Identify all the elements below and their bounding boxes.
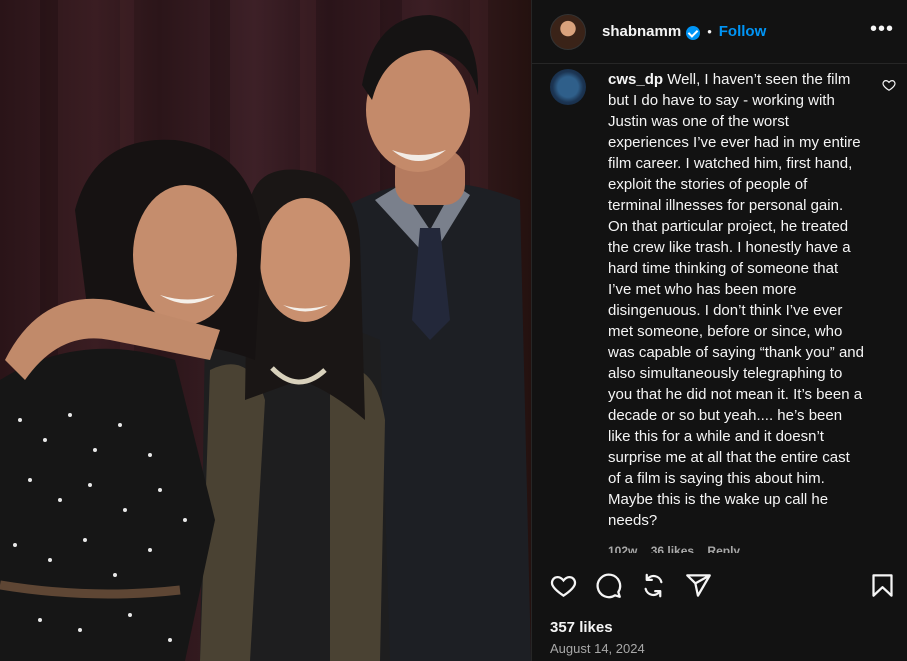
- author-username[interactable]: shabnamm: [602, 23, 681, 40]
- comment-text: Well, I haven’t seen the film but I do h…: [608, 71, 864, 529]
- post-likes-count[interactable]: 357 likes: [550, 619, 613, 636]
- comment-heart-icon[interactable]: [882, 78, 896, 92]
- more-options-icon[interactable]: •••: [870, 18, 894, 41]
- comment-age: 102w: [608, 544, 638, 553]
- post-side-panel: shabnamm • Follow ••• cws_dp Well, I hav…: [531, 0, 907, 661]
- comment-icon[interactable]: [595, 572, 622, 599]
- commenter-username[interactable]: cws_dp: [608, 71, 663, 88]
- follow-button[interactable]: Follow: [719, 23, 767, 40]
- comment-likes[interactable]: 36 likes: [651, 544, 694, 553]
- bookmark-icon[interactable]: [869, 572, 896, 599]
- commenter-avatar[interactable]: [550, 69, 586, 105]
- post-actions: [550, 568, 896, 604]
- separator-dot: •: [707, 24, 712, 39]
- share-icon[interactable]: [685, 572, 712, 599]
- photo-illustration: [0, 0, 531, 661]
- post-view: shabnamm • Follow ••• cws_dp Well, I hav…: [0, 0, 907, 661]
- verified-icon: [686, 25, 701, 40]
- post-date: August 14, 2024: [550, 641, 645, 656]
- author-avatar[interactable]: [550, 13, 586, 50]
- post-header: shabnamm • Follow •••: [532, 0, 907, 64]
- post-photo[interactable]: [0, 0, 531, 661]
- comment-reply-button[interactable]: Reply: [707, 544, 740, 553]
- repost-icon[interactable]: [640, 572, 667, 599]
- comment-meta: 102w 36 likes Reply: [608, 541, 864, 553]
- heart-icon[interactable]: [550, 572, 577, 599]
- comment-body: cws_dp Well, I haven’t seen the film but…: [608, 69, 864, 553]
- comment-item: cws_dp Well, I haven’t seen the film but…: [550, 64, 896, 554]
